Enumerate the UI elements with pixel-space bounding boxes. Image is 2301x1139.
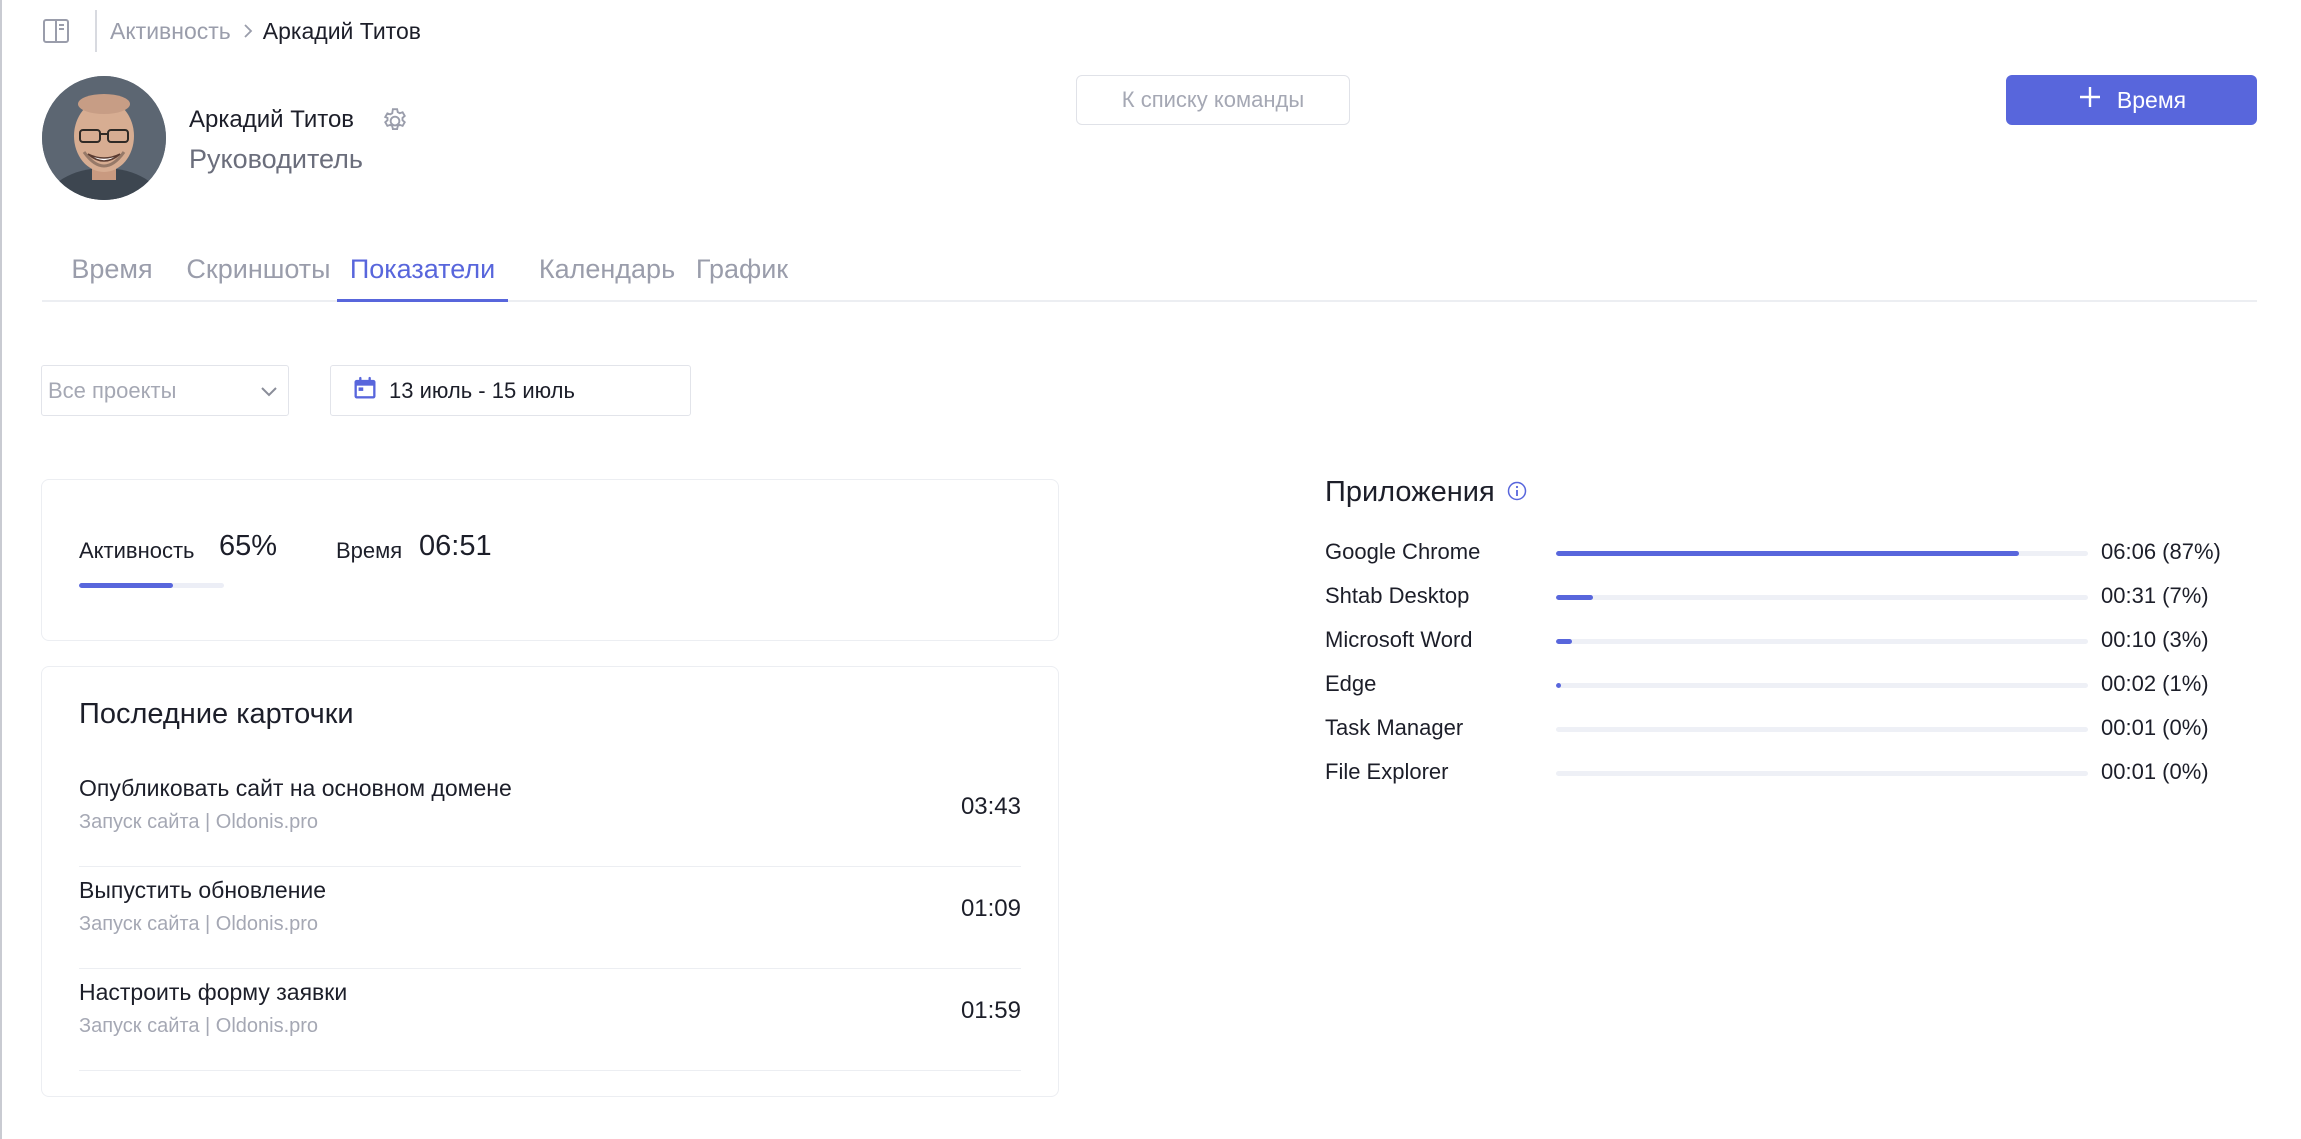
app-usage-track	[1556, 595, 2088, 600]
project-select-value: Все проекты	[48, 377, 177, 403]
app-usage-fill	[1556, 551, 2019, 556]
app-name: Task Manager	[1325, 715, 1464, 740]
sidebar-toggle-icon[interactable]	[42, 17, 70, 45]
list-item[interactable]: Настроить форму заявки Запуск сайта | Ol…	[79, 969, 1021, 1071]
app-name: Edge	[1325, 671, 1377, 696]
user-name: Аркадий Титов	[189, 106, 355, 133]
breadcrumb-current: Аркадий Титов	[262, 17, 421, 44]
tab-bar: Время Скриншоты Показатели Календарь Гра…	[42, 242, 2257, 302]
card-subtitle: Запуск сайта | Oldonis.pro	[79, 913, 319, 935]
tab-time[interactable]: Время	[45, 242, 179, 302]
activity-label: Активность	[79, 538, 195, 563]
app-name: Google Chrome	[1325, 539, 1481, 564]
plus-icon	[2077, 84, 2103, 116]
app-time: 00:01 (0%)	[2101, 759, 2209, 784]
app-name: Microsoft Word	[1325, 627, 1473, 652]
team-list-button[interactable]: К списку команды	[1076, 75, 1350, 125]
apps-list: Google Chrome 06:06 (87%) Shtab Desktop …	[1325, 539, 2265, 803]
app-name: Shtab Desktop	[1325, 583, 1470, 608]
date-range-value: 13 июль - 15 июль	[389, 377, 575, 403]
app-usage-fill	[1556, 683, 1562, 688]
calendar-icon	[351, 374, 379, 408]
tab-screenshots[interactable]: Скриншоты	[173, 242, 344, 302]
card-title: Опубликовать сайт на основном домене	[79, 775, 512, 801]
time-value: 06:51	[419, 530, 492, 562]
tab-schedule[interactable]: График	[682, 242, 802, 302]
activity-progress-fill	[79, 583, 174, 588]
app-usage-track	[1556, 683, 2088, 688]
avatar	[42, 76, 166, 200]
app-usage-track	[1556, 771, 2088, 776]
date-range-picker[interactable]: 13 июль - 15 июль	[330, 365, 691, 416]
card-time: 01:59	[960, 997, 1021, 1024]
app-row: Microsoft Word 00:10 (3%)	[1325, 627, 2265, 671]
card-title: Выпустить обновление	[79, 877, 327, 903]
breadcrumb-link-activity[interactable]: Активность	[110, 18, 231, 45]
recent-cards-title: Последние карточки	[79, 698, 354, 730]
chevron-down-icon	[260, 378, 278, 404]
activity-value: 65%	[219, 530, 278, 562]
user-role: Руководитель	[189, 144, 363, 174]
card-time: 01:09	[960, 895, 1021, 922]
activity-progress-track	[79, 583, 224, 588]
card-title: Настроить форму заявки	[79, 979, 348, 1005]
tab-metrics[interactable]: Показатели	[337, 242, 508, 302]
breadcrumb: Активность Аркадий Титов	[110, 15, 421, 47]
app-time: 06:06 (87%)	[2101, 539, 2221, 564]
app-row: Edge 00:02 (1%)	[1325, 671, 2265, 715]
project-select[interactable]: Все проекты	[41, 365, 289, 416]
recent-cards-list: Опубликовать сайт на основном домене Зап…	[79, 765, 1021, 1071]
app-name: File Explorer	[1325, 759, 1449, 784]
divider	[95, 10, 97, 52]
list-item[interactable]: Опубликовать сайт на основном домене Зап…	[79, 765, 1021, 867]
time-label: Время	[336, 538, 403, 563]
chevron-right-icon	[243, 23, 253, 39]
app-usage-track	[1556, 639, 2088, 644]
app-row: File Explorer 00:01 (0%)	[1325, 759, 2265, 803]
app-time: 00:02 (1%)	[2101, 671, 2209, 696]
apps-title: Приложения	[1325, 476, 1527, 509]
app-row: Task Manager 00:01 (0%)	[1325, 715, 2265, 759]
app-usage-track	[1556, 551, 2088, 556]
app-usage-track	[1556, 727, 2088, 732]
add-time-label: Время	[2116, 86, 2187, 113]
list-item[interactable]: Выпустить обновление Запуск сайта | Oldo…	[79, 867, 1021, 969]
app-time: 00:10 (3%)	[2101, 627, 2209, 652]
app-row: Google Chrome 06:06 (87%)	[1325, 539, 2265, 583]
app-usage-fill	[1556, 595, 1594, 600]
tab-calendar[interactable]: Календарь	[522, 242, 692, 302]
info-icon[interactable]	[1507, 476, 1527, 509]
card-time: 03:43	[960, 793, 1021, 820]
card-subtitle: Запуск сайта | Oldonis.pro	[79, 811, 319, 833]
app-row: Shtab Desktop 00:31 (7%)	[1325, 583, 2265, 627]
add-time-button[interactable]: Время	[2006, 75, 2257, 125]
app-time: 00:01 (0%)	[2101, 715, 2209, 740]
card-subtitle: Запуск сайта | Oldonis.pro	[79, 1015, 319, 1037]
gear-icon[interactable]	[380, 106, 410, 136]
apps-title-text: Приложения	[1325, 476, 1495, 508]
app-usage-fill	[1556, 639, 1572, 644]
app-time: 00:31 (7%)	[2101, 583, 2209, 608]
